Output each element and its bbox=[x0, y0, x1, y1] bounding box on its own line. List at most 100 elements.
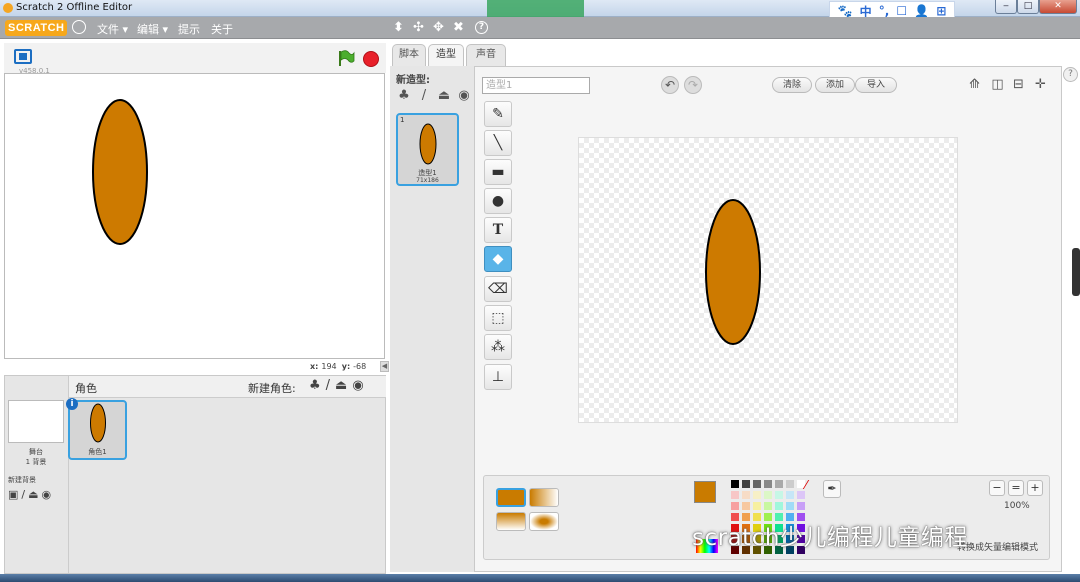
ime-paw-icon[interactable]: 🐾 bbox=[838, 4, 853, 18]
help-icon[interactable]: ? bbox=[475, 21, 488, 34]
scratch-logo[interactable]: SCRATCH bbox=[5, 20, 68, 36]
zoom-level: 100% bbox=[1004, 501, 1030, 511]
rectangle-tool[interactable]: ▬ bbox=[484, 159, 512, 185]
palette-swatch[interactable] bbox=[764, 502, 772, 510]
flip-vertical-icon[interactable]: ⊟ bbox=[1010, 76, 1027, 93]
palette-swatch[interactable] bbox=[775, 491, 783, 499]
palette-swatch[interactable] bbox=[786, 480, 794, 488]
palette-swatch[interactable] bbox=[797, 502, 805, 510]
duplicate-stamp-icon[interactable]: ⬍ bbox=[393, 20, 404, 35]
fill-radial-gradient[interactable] bbox=[529, 512, 559, 531]
maximize-button[interactable]: □ bbox=[1017, 0, 1039, 14]
costume-card[interactable]: 1 造型1 71x186 bbox=[396, 113, 459, 186]
palette-swatch[interactable] bbox=[731, 480, 739, 488]
eraser-tool[interactable]: ⌫ bbox=[484, 276, 512, 302]
ime-punctuation-icon[interactable]: °, bbox=[879, 4, 890, 18]
crosshair-icon[interactable]: ✛ bbox=[1032, 76, 1049, 93]
fill-solid-option[interactable] bbox=[496, 488, 526, 507]
zoom-reset-icon[interactable]: = bbox=[1008, 480, 1024, 496]
ime-apps-icon[interactable]: ⊞ bbox=[936, 4, 946, 18]
palette-swatch[interactable] bbox=[764, 491, 772, 499]
zoom-out-icon[interactable]: − bbox=[989, 480, 1005, 496]
minimize-button[interactable]: ‒ bbox=[995, 0, 1017, 14]
ime-keyboard-icon[interactable]: ☐ bbox=[896, 4, 907, 18]
costume-camera-icon[interactable]: ◉ bbox=[456, 89, 472, 103]
text-tool[interactable]: T bbox=[484, 217, 512, 243]
backdrop-camera-icon[interactable]: ◉ bbox=[42, 488, 52, 501]
tab-sounds[interactable]: 声音 bbox=[466, 44, 506, 66]
set-center-icon[interactable]: ⟰ bbox=[966, 76, 983, 93]
backdrop-paint-icon[interactable]: / bbox=[21, 488, 25, 501]
add-button[interactable]: 添加 bbox=[815, 77, 855, 93]
palette-swatch[interactable] bbox=[742, 480, 750, 488]
undo-icon[interactable]: ↶ bbox=[661, 76, 679, 94]
menu-tips[interactable]: 提示 bbox=[178, 21, 200, 37]
costume-library-icon[interactable]: ♣ bbox=[396, 89, 412, 103]
palette-swatch[interactable] bbox=[797, 491, 805, 499]
zoom-in-icon[interactable]: + bbox=[1027, 480, 1043, 496]
fullscreen-icon[interactable] bbox=[14, 49, 32, 64]
ellipse-tool[interactable]: ● bbox=[484, 188, 512, 214]
eyedropper-icon[interactable]: ✒ bbox=[823, 480, 841, 498]
clear-button[interactable]: 清除 bbox=[772, 77, 812, 93]
menu-file[interactable]: 文件 ▾ bbox=[97, 21, 128, 37]
select-tool[interactable]: ⬚ bbox=[484, 305, 512, 331]
stage-collapse-arrow[interactable]: ◀ bbox=[380, 361, 389, 372]
close-button[interactable]: ✕ bbox=[1039, 0, 1077, 14]
costume-upload-icon[interactable]: ⏏ bbox=[436, 89, 452, 103]
backdrop-library-icon[interactable]: ▣ bbox=[8, 488, 18, 501]
fill-horizontal-gradient[interactable] bbox=[529, 488, 559, 507]
flip-horizontal-icon[interactable]: ◫ bbox=[989, 76, 1006, 93]
cut-icon[interactable]: ✣ bbox=[413, 20, 424, 35]
palette-swatch[interactable] bbox=[742, 502, 750, 510]
green-flag-icon[interactable] bbox=[337, 49, 355, 67]
fill-vertical-gradient[interactable] bbox=[496, 512, 526, 531]
shrink-icon[interactable]: ✖ bbox=[453, 20, 464, 35]
fill-tool[interactable]: ◆ bbox=[484, 246, 512, 272]
sprite-thumbnail[interactable]: i 角色1 bbox=[66, 398, 127, 460]
side-scroll-handle[interactable] bbox=[1072, 248, 1080, 296]
costume-name-input[interactable]: 造型1 bbox=[482, 77, 590, 94]
brush-tool[interactable]: ✎ bbox=[484, 101, 512, 127]
line-tool[interactable]: ╲ bbox=[484, 130, 512, 156]
tab-costumes[interactable]: 造型 bbox=[428, 44, 464, 67]
palette-swatch[interactable] bbox=[753, 480, 761, 488]
backdrop-thumbnail[interactable] bbox=[8, 400, 64, 443]
stamp-tool[interactable]: ⊥ bbox=[484, 364, 512, 390]
palette-swatch[interactable] bbox=[753, 491, 761, 499]
sprite-camera-icon[interactable]: ◉ bbox=[352, 378, 363, 393]
palette-swatch[interactable] bbox=[731, 502, 739, 510]
globe-icon[interactable] bbox=[72, 20, 86, 34]
menu-edit[interactable]: 编辑 ▾ bbox=[137, 21, 168, 37]
grow-icon[interactable]: ✥ bbox=[433, 20, 444, 35]
palette-swatch[interactable] bbox=[775, 480, 783, 488]
costume-ellipse[interactable] bbox=[705, 199, 761, 345]
palette-swatch[interactable] bbox=[753, 502, 761, 510]
tab-scripts[interactable]: 脚本 bbox=[392, 44, 426, 66]
palette-swatch[interactable] bbox=[742, 491, 750, 499]
sprite-paint-icon[interactable]: / bbox=[326, 378, 330, 393]
backdrop-upload-icon[interactable]: ⏏ bbox=[28, 488, 38, 501]
sprite-upload-icon[interactable]: ⏏ bbox=[335, 378, 347, 393]
primary-color[interactable] bbox=[694, 481, 716, 503]
help-button[interactable]: ? bbox=[1063, 67, 1078, 82]
palette-swatch[interactable] bbox=[786, 502, 794, 510]
no-color-swatch[interactable]: ⁄ bbox=[805, 478, 819, 492]
paint-canvas[interactable] bbox=[578, 137, 958, 423]
palette-swatch[interactable] bbox=[786, 491, 794, 499]
palette-swatch[interactable] bbox=[731, 491, 739, 499]
stop-icon[interactable] bbox=[363, 51, 379, 67]
palette-swatch[interactable] bbox=[764, 480, 772, 488]
magic-wand-tool[interactable]: ⁂ bbox=[484, 334, 512, 360]
menu-about[interactable]: 关于 bbox=[211, 21, 233, 37]
import-button[interactable]: 导入 bbox=[855, 77, 897, 93]
sprite-library-icon[interactable]: ♣ bbox=[309, 378, 321, 393]
palette-swatch[interactable] bbox=[797, 480, 805, 488]
redo-icon[interactable]: ↷ bbox=[684, 76, 702, 94]
costume-paint-icon[interactable]: / bbox=[416, 89, 432, 103]
palette-swatch[interactable] bbox=[775, 502, 783, 510]
sprite-ellipse[interactable] bbox=[92, 99, 148, 245]
stage-canvas[interactable] bbox=[4, 73, 385, 359]
ime-user-icon[interactable]: 👤 bbox=[914, 4, 929, 18]
x-value: 194 bbox=[321, 362, 337, 371]
